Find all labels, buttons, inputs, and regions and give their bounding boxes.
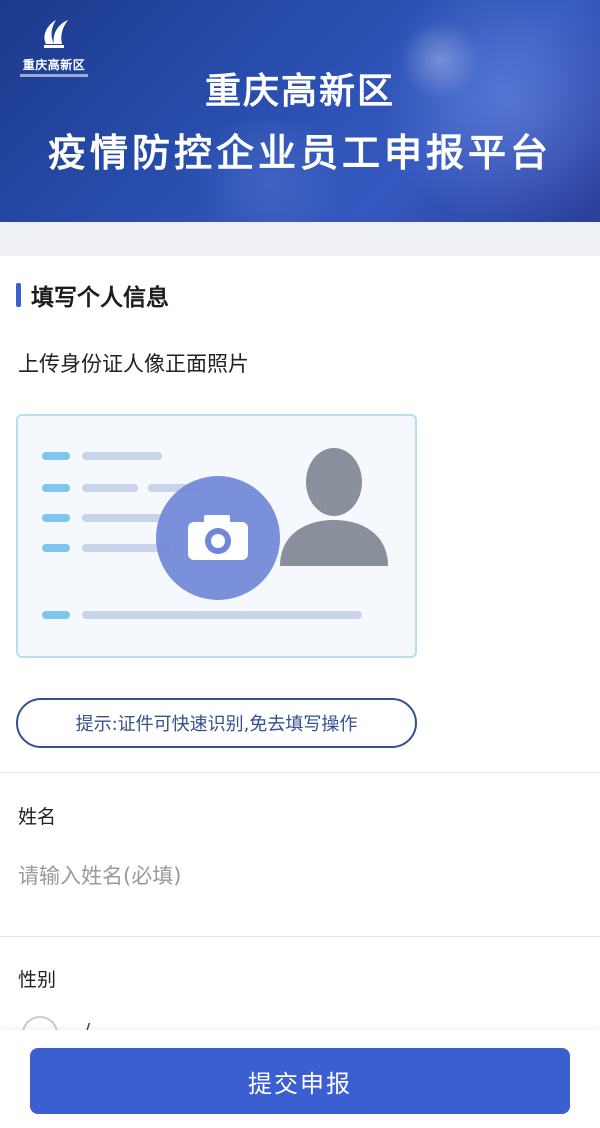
id-card-upload-area[interactable] [16,414,417,658]
recognition-tip: 提示:证件可快速识别,免去填写操作 [16,698,417,748]
page: 重庆高新区 重庆高新区 疫情防控企业员工申报平台 填写个人信息 上传身份证人像正… [0,0,600,1128]
submit-button[interactable]: 提交申报 [30,1048,570,1114]
name-label: 姓名 [18,806,57,828]
divider [0,772,600,773]
banner-title: 重庆高新区 [204,71,395,112]
camera-icon[interactable] [156,476,280,600]
section-gap [0,222,600,256]
name-input[interactable] [18,856,578,896]
upload-label: 上传身份证人像正面照片 [18,352,249,376]
banner-subtitle: 疫情防控企业员工申报平台 [47,131,552,175]
id-card-illustration [42,448,388,619]
section-accent-bar [16,283,21,307]
avatar-icon [280,448,388,566]
section-heading: 填写个人信息 [16,280,169,311]
logo-icon [44,20,68,48]
header-banner: 重庆高新区 重庆高新区 疫情防控企业员工申报平台 [0,0,600,222]
gender-label: 性别 [18,969,57,991]
bottom-action-bar: 提交申报 [0,1030,600,1128]
divider [0,936,600,937]
section-title: 填写个人信息 [31,285,169,311]
